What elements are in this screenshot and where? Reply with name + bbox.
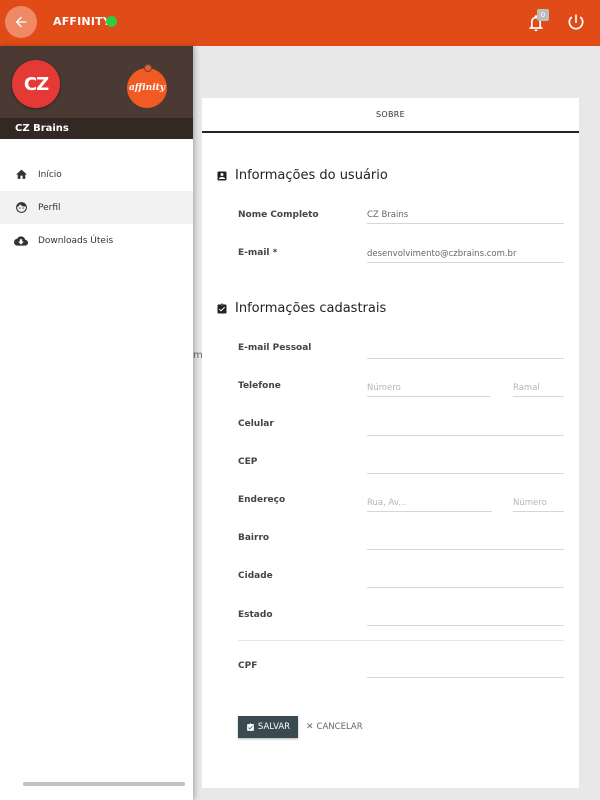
sidebar-item-label: Início [38, 169, 62, 180]
state-label: Estado [238, 610, 273, 620]
address-label: Endereço [238, 495, 286, 505]
close-icon: ✕ [306, 722, 314, 732]
clipboard-check-icon [246, 722, 255, 732]
cz-logo-text: CZ [23, 73, 49, 95]
online-status-indicator [106, 16, 117, 27]
profile-name: CZ Brains [15, 123, 69, 134]
address-number-field[interactable] [513, 494, 564, 512]
sidebar-profile-header: CZ affinity CZ Brains [0, 46, 193, 139]
face-icon [14, 201, 28, 215]
cpf-label: CPF [238, 661, 258, 671]
cep-label: CEP [238, 457, 258, 467]
registration-info-section-title: Informações cadastrais [216, 301, 386, 316]
power-icon [568, 14, 584, 30]
home-icon [14, 168, 28, 182]
personal-email-field[interactable] [367, 341, 564, 359]
cep-field[interactable] [367, 456, 564, 474]
district-label: Bairro [238, 533, 270, 543]
sidebar-item-downloads[interactable]: Downloads Úteis [0, 224, 193, 257]
affinity-logo: affinity [127, 64, 167, 108]
account-box-icon [216, 170, 228, 182]
full-name-label: Nome Completo [238, 210, 319, 220]
personal-email-label: E-mail Pessoal [238, 343, 312, 353]
sidebar-nav: Início Perfil Downloads Úteis [0, 158, 193, 257]
notification-count-badge: 0 [537, 9, 549, 21]
cancel-button[interactable]: ✕ CANCELAR [306, 716, 363, 738]
user-info-title-text: Informações do usuário [235, 168, 388, 183]
page-bottom-strip [193, 788, 600, 800]
sidebar: CZ affinity CZ Brains Início Perfil Down… [0, 46, 193, 800]
section-divider [238, 640, 564, 641]
sidebar-item-label: Perfil [38, 202, 61, 213]
app-title: AFFINITY [53, 15, 112, 28]
profile-card: SOBRE Informações do usuário Nome Comple… [202, 98, 579, 788]
email-field[interactable] [367, 245, 564, 263]
save-button[interactable]: SALVAR [238, 716, 298, 738]
state-field[interactable] [367, 608, 564, 626]
clipboard-check-icon [216, 303, 228, 315]
back-button[interactable] [5, 6, 37, 38]
cpf-field[interactable] [367, 660, 564, 678]
content-header-band [193, 46, 600, 98]
save-button-label: SALVAR [257, 722, 291, 732]
phone-extension-field[interactable] [513, 379, 564, 397]
sidebar-scrollbar[interactable] [23, 782, 185, 786]
full-name-field[interactable] [367, 206, 564, 224]
phone-number-field[interactable] [367, 379, 490, 397]
mobile-label: Celular [238, 419, 274, 429]
cancel-button-label: CANCELAR [316, 722, 363, 732]
logout-button[interactable] [566, 12, 586, 34]
affinity-logo-text: affinity [128, 83, 166, 93]
tab-sobre[interactable]: SOBRE [202, 110, 579, 119]
sidebar-item-perfil[interactable]: Perfil [0, 191, 193, 224]
tab-bar: SOBRE [202, 98, 579, 133]
registration-info-title-text: Informações cadastrais [235, 301, 387, 316]
district-field[interactable] [367, 532, 564, 550]
email-label: E-mail * [238, 248, 278, 258]
sidebar-item-inicio[interactable]: Início [0, 158, 193, 191]
sidebar-item-label: Downloads Úteis [38, 235, 114, 246]
user-info-section-title: Informações do usuário [216, 168, 388, 183]
arrow-left-icon [15, 16, 27, 28]
cz-brains-logo: CZ [12, 60, 60, 108]
address-street-field[interactable] [367, 494, 492, 512]
city-label: Cidade [238, 571, 273, 581]
cloud-download-icon [14, 234, 28, 248]
app-header: AFFINITY 0 [0, 0, 600, 46]
mobile-field[interactable] [367, 418, 564, 436]
city-field[interactable] [367, 570, 564, 588]
phone-label: Telefone [238, 381, 281, 391]
